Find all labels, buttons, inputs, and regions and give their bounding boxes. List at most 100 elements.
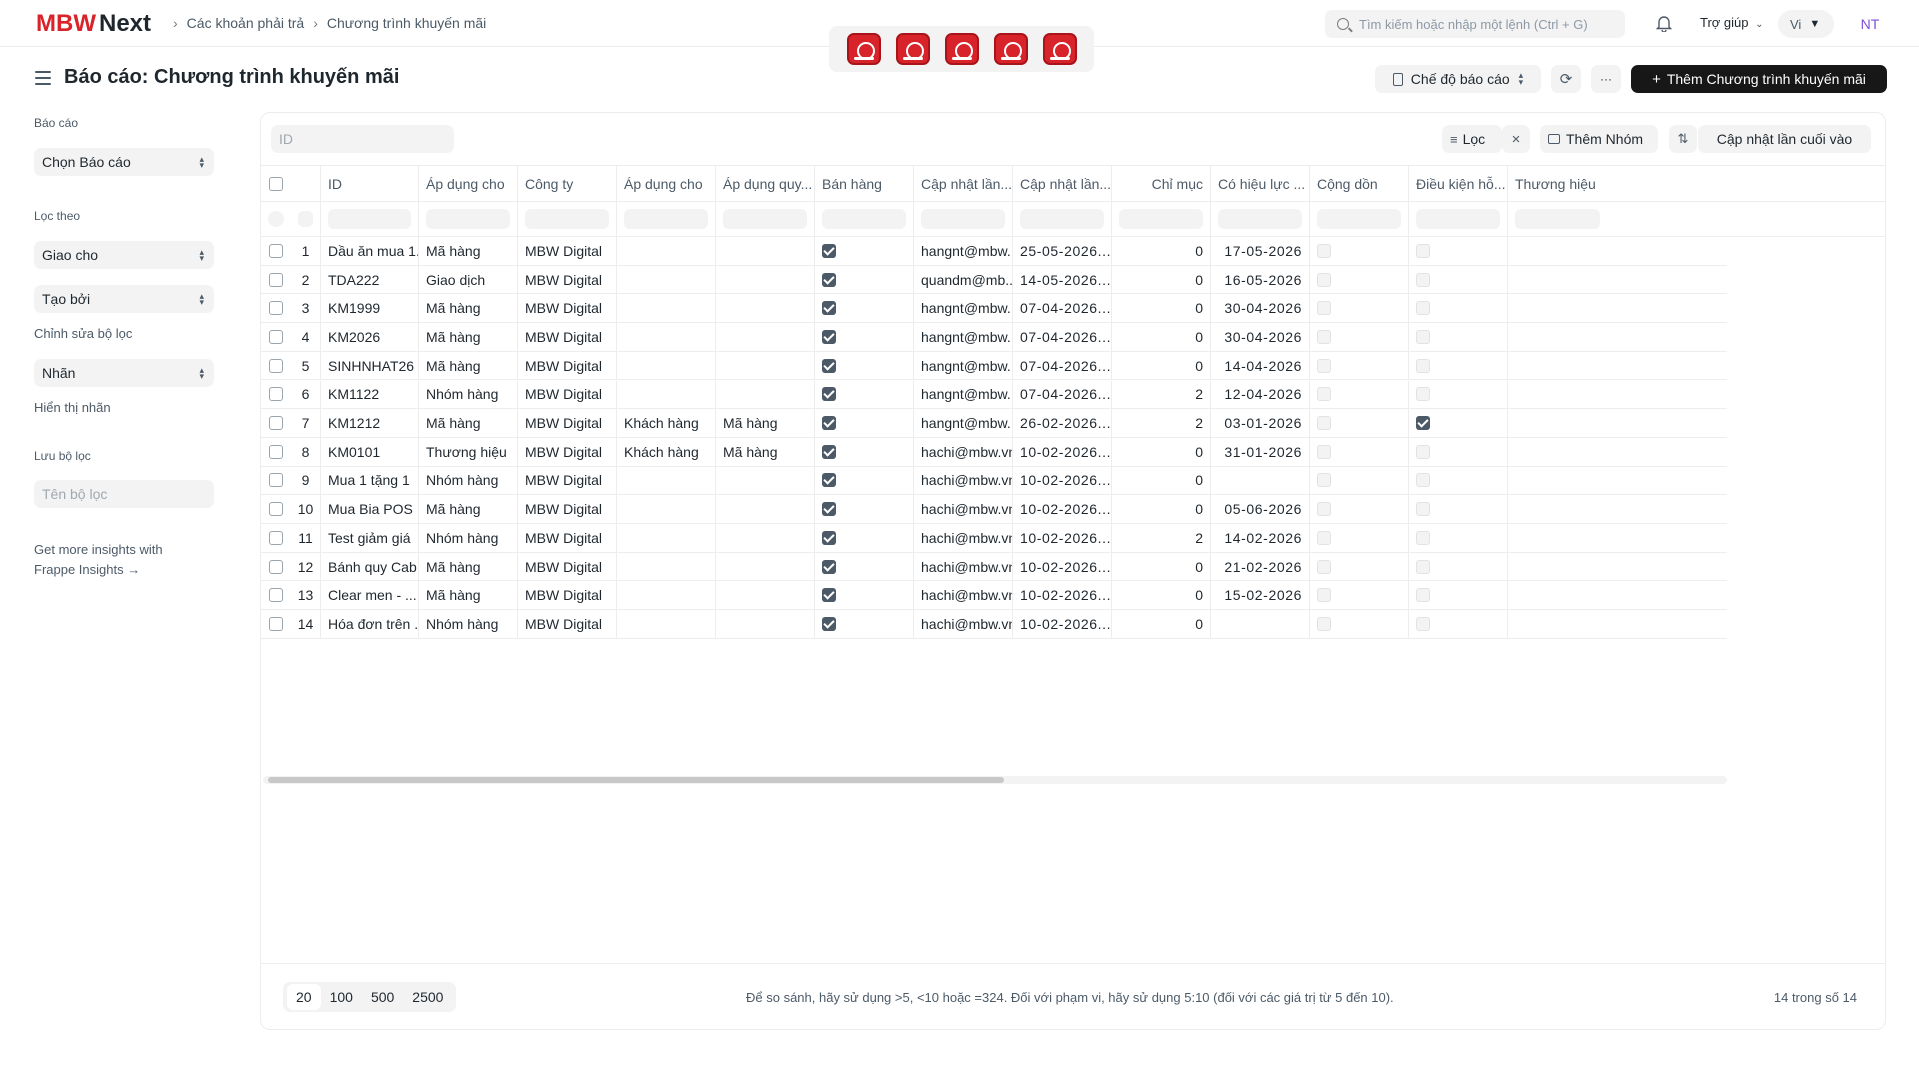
cell-apply-on[interactable]: Mã hàng	[419, 294, 518, 323]
cell-selling[interactable]	[815, 380, 914, 409]
cell-modified[interactable]: 10-02-2026...	[1013, 495, 1112, 523]
cell-idx[interactable]: 0	[1112, 351, 1211, 380]
cell-condition[interactable]	[1409, 409, 1508, 437]
cell-applicable-for[interactable]	[617, 466, 716, 495]
row-checkbox[interactable]	[269, 272, 283, 287]
cell-modified[interactable]: 07-04-2026...	[1013, 380, 1112, 409]
cell-apply-on[interactable]: Thương hiệu	[419, 437, 518, 466]
column-filter-selling[interactable]	[815, 202, 914, 236]
cell-apply-rule[interactable]	[716, 237, 815, 265]
cell-modified[interactable]: 10-02-2026...	[1013, 581, 1112, 610]
cell-id[interactable]: KM0101	[321, 437, 419, 466]
cell-condition[interactable]	[1409, 524, 1508, 552]
cell-apply-on[interactable]: Mã hàng	[419, 552, 518, 581]
app-shortcut-2-icon[interactable]	[895, 33, 930, 65]
sort-field-button[interactable]: Cập nhật lần cuối vào	[1698, 125, 1871, 153]
mixed-checkbox[interactable]	[1317, 473, 1331, 488]
table-row[interactable]: 10 Mua Bia POS Mã hàng MBW Digital hachi…	[261, 495, 1727, 524]
cell-selling[interactable]	[815, 524, 914, 552]
cell-modified[interactable]: 26-02-2026...	[1013, 409, 1112, 437]
more-actions-button[interactable]: ···	[1591, 65, 1621, 93]
cell-company[interactable]: MBW Digital	[518, 323, 617, 351]
mixed-checkbox[interactable]	[1317, 502, 1331, 517]
cell-apply-rule[interactable]	[716, 524, 815, 552]
cell-modified[interactable]: 07-04-2026...	[1013, 323, 1112, 351]
cell-apply-on[interactable]: Nhóm hàng	[419, 524, 518, 552]
cell-company[interactable]: MBW Digital	[518, 466, 617, 495]
filter-button[interactable]: ≡ Lọc	[1442, 125, 1502, 153]
cell-modified-by[interactable]: hangnt@mbw...	[914, 294, 1013, 323]
column-header-modified-by[interactable]: Cập nhật lần...	[914, 166, 1013, 201]
cell-applicable-for[interactable]	[617, 237, 716, 265]
cell-apply-rule[interactable]	[716, 380, 815, 409]
mixed-checkbox[interactable]	[1317, 358, 1331, 373]
app-shortcut-5-icon[interactable]	[1042, 33, 1077, 65]
cell-apply-on[interactable]: Mã hàng	[419, 323, 518, 351]
mixed-checkbox[interactable]	[1317, 329, 1331, 344]
breadcrumb-accounts-payable[interactable]: Các khoản phải trả	[187, 15, 305, 31]
cell-selling[interactable]	[815, 437, 914, 466]
cell-id[interactable]: Mua Bia POS	[321, 495, 419, 523]
language-switcher[interactable]: Vi ▼	[1778, 10, 1834, 38]
cell-mixed[interactable]	[1310, 351, 1409, 380]
cell-id[interactable]: Hóa đơn trên ...	[321, 610, 419, 638]
cell-modified-by[interactable]: hachi@mbw.vn	[914, 466, 1013, 495]
column-filter-apply-on[interactable]	[419, 202, 518, 236]
cell-apply-rule[interactable]	[716, 495, 815, 523]
cell-company[interactable]: MBW Digital	[518, 437, 617, 466]
cell-valid-upto[interactable]: 31-01-2026	[1211, 437, 1310, 466]
cell-modified[interactable]: 10-02-2026...	[1013, 524, 1112, 552]
cell-company[interactable]: MBW Digital	[518, 581, 617, 610]
sort-direction-button[interactable]: ⇅	[1669, 125, 1697, 153]
table-row[interactable]: 7 KM1212 Mã hàng MBW Digital Khách hàng …	[261, 409, 1727, 438]
cell-apply-rule[interactable]: Mã hàng	[716, 437, 815, 466]
cell-condition[interactable]	[1409, 351, 1508, 380]
table-row[interactable]: 9 Mua 1 tặng 1 Nhóm hàng MBW Digital hac…	[261, 466, 1727, 496]
column-filter-valid-upto[interactable]	[1211, 202, 1310, 236]
cell-apply-rule[interactable]	[716, 265, 815, 294]
cell-modified[interactable]: 07-04-2026...	[1013, 294, 1112, 323]
cell-valid-upto[interactable]: 14-04-2026	[1211, 351, 1310, 380]
row-checkbox[interactable]	[269, 616, 283, 631]
cell-condition[interactable]	[1409, 552, 1508, 581]
selling-checkbox[interactable]	[822, 272, 836, 287]
cell-id[interactable]: Bánh quy Cab...	[321, 552, 419, 581]
condition-checkbox[interactable]	[1416, 588, 1430, 603]
cell-apply-on[interactable]: Nhóm hàng	[419, 380, 518, 409]
cell-id[interactable]: KM1122	[321, 380, 419, 409]
cell-modified-by[interactable]: hachi@mbw.vn	[914, 495, 1013, 523]
selling-checkbox[interactable]	[822, 329, 836, 344]
cell-valid-upto[interactable]: 21-02-2026	[1211, 552, 1310, 581]
table-row[interactable]: 5 SINHNHAT26 Mã hàng MBW Digital hangnt@…	[261, 351, 1727, 381]
cell-modified-by[interactable]: quandm@mb...	[914, 265, 1013, 294]
table-row[interactable]: 4 KM2026 Mã hàng MBW Digital hangnt@mbw.…	[261, 323, 1727, 352]
cell-apply-on[interactable]: Nhóm hàng	[419, 466, 518, 495]
mixed-checkbox[interactable]	[1317, 616, 1331, 631]
cell-apply-rule[interactable]	[716, 610, 815, 638]
column-filter-brand[interactable]	[1508, 202, 1607, 236]
cell-mixed[interactable]	[1310, 294, 1409, 323]
column-filter-condition[interactable]	[1409, 202, 1508, 236]
cell-condition[interactable]	[1409, 265, 1508, 294]
cell-valid-upto[interactable]: 15-02-2026	[1211, 581, 1310, 610]
cell-selling[interactable]	[815, 581, 914, 610]
selling-checkbox[interactable]	[822, 473, 836, 488]
cell-valid-upto[interactable]	[1211, 610, 1310, 638]
edit-filters-link[interactable]: Chỉnh sửa bộ lọc	[34, 326, 132, 341]
cell-idx[interactable]: 2	[1112, 380, 1211, 409]
cell-company[interactable]: MBW Digital	[518, 552, 617, 581]
cell-valid-upto[interactable]: 03-01-2026	[1211, 409, 1310, 437]
cell-idx[interactable]: 0	[1112, 294, 1211, 323]
row-checkbox[interactable]	[269, 387, 283, 402]
table-row[interactable]: 12 Bánh quy Cab... Mã hàng MBW Digital h…	[261, 552, 1727, 582]
mixed-checkbox[interactable]	[1317, 530, 1331, 545]
row-checkbox[interactable]	[269, 301, 283, 316]
notification-bell-icon[interactable]	[1656, 14, 1672, 32]
row-checkbox[interactable]	[269, 559, 283, 574]
cell-idx[interactable]: 0	[1112, 552, 1211, 581]
row-checkbox[interactable]	[269, 473, 283, 488]
cell-mixed[interactable]	[1310, 437, 1409, 466]
cell-selling[interactable]	[815, 409, 914, 437]
cell-condition[interactable]	[1409, 610, 1508, 638]
help-dropdown[interactable]: Trợ giúp ⌄	[1700, 15, 1764, 30]
